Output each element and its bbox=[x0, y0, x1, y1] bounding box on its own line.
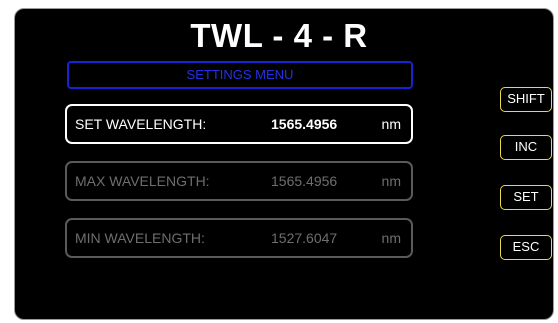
set-button[interactable]: SET bbox=[500, 185, 552, 210]
max-wavelength-unit: nm bbox=[381, 173, 401, 189]
min-wavelength-value: 1527.6047 bbox=[271, 230, 338, 246]
max-wavelength-label: MAX WAVELENGTH: bbox=[75, 173, 210, 189]
inc-button[interactable]: INC bbox=[500, 135, 552, 160]
min-wavelength-unit: nm bbox=[381, 230, 401, 246]
set-wavelength-unit: nm bbox=[381, 116, 401, 132]
set-wavelength-label: SET WAVELENGTH: bbox=[75, 116, 207, 132]
esc-button[interactable]: ESC bbox=[500, 235, 552, 260]
device-title: TWL - 4 - R bbox=[190, 17, 368, 54]
max-wavelength-field[interactable]: MAX WAVELENGTH: 1565.4956 nm bbox=[65, 161, 413, 201]
set-wavelength-value: 1565.4956 bbox=[271, 116, 338, 132]
min-wavelength-label: MIN WAVELENGTH: bbox=[75, 230, 205, 246]
shift-button[interactable]: SHIFT bbox=[500, 87, 552, 112]
set-wavelength-field[interactable]: SET WAVELENGTH: 1565.4956 nm bbox=[65, 104, 413, 144]
min-wavelength-field[interactable]: MIN WAVELENGTH: 1527.6047 nm bbox=[65, 218, 413, 258]
max-wavelength-value: 1565.4956 bbox=[271, 173, 338, 189]
settings-menu-banner: SETTINGS MENU bbox=[67, 61, 413, 89]
